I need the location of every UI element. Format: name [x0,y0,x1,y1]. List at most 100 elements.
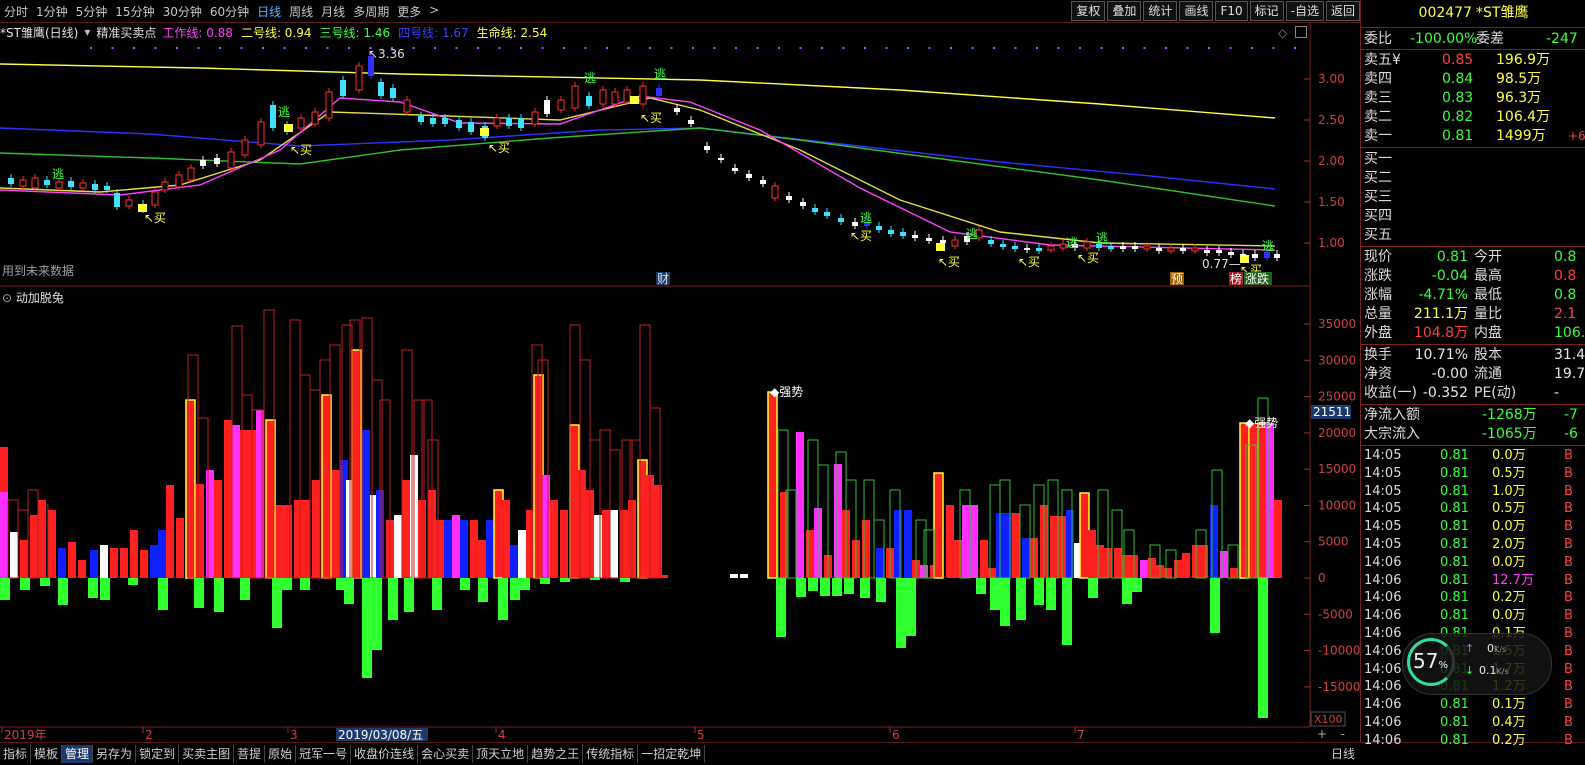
volume-bar [988,568,996,578]
candle-body [639,85,647,105]
volume-bar [1266,423,1274,578]
volume-bar [578,470,586,578]
price-low-label: 0.77— [1202,257,1241,271]
buy-row[interactable]: 买三 [1364,188,1585,206]
volume-bar [1210,505,1218,578]
negative-bar [460,578,470,590]
buy-row[interactable]: 买四 [1364,207,1585,225]
tick-side: B [1564,590,1573,606]
bottom-tab-5[interactable]: 买卖主图 [179,745,235,763]
bottom-tab-9[interactable]: 收盘价连线 [351,745,419,763]
sell-row[interactable]: 卖二 0.82 106.4万 [1364,108,1585,126]
signal-dot [584,47,587,49]
bottom-tab-12[interactable]: 趋势之王 [528,745,584,763]
download-rate: 0.1K/s [1479,664,1509,677]
volume-bar [610,510,618,578]
negative-bar [990,578,1000,610]
volume-bar [660,575,668,578]
volume-bar [150,545,158,578]
candle-body [838,218,844,222]
tick-row: 14:06 0.81 0.1万 B [1364,696,1585,714]
signal-dot [1186,47,1189,49]
volume-bar [332,470,340,578]
candle-body [518,118,524,128]
buy-signal-label: ↖买 [1077,251,1099,265]
stat-value: 106.3 [1554,325,1585,341]
buy-row[interactable]: 买一 [1364,150,1585,168]
bottom-tab-7[interactable]: 原始 [265,745,297,763]
zoom-in-icon[interactable]: + [1317,727,1327,741]
date-axis-label: 4 [498,728,506,742]
bottom-tab-8[interactable]: 冠军一号 [296,745,352,763]
signal-dot [176,47,178,49]
stat-row: 涨跌 -0.04 最高 0.8 [1364,267,1585,285]
flow-row: 净流入额 -1268万 -7 [1364,406,1585,424]
signal-dot [864,47,866,49]
circle-toggle-icon[interactable]: ⊙ [2,291,12,305]
signal-dot [412,47,415,49]
negative-bar [1046,578,1056,610]
negative-bar [560,578,570,582]
signal-dot [1143,47,1146,49]
candle-body [114,193,120,207]
bottom-tab-1[interactable]: 模板 [31,745,63,763]
candle-body [786,196,792,200]
bottom-tab-4[interactable]: 锁定到 [136,745,180,763]
sell-price: 0.85 [1442,52,1474,68]
buy-row[interactable]: 买二 [1364,169,1585,187]
sell-row[interactable]: 卖一 0.81 1499万 +60 [1364,127,1585,145]
volume-bar [362,430,370,578]
stat-label: 股本 [1474,347,1502,363]
stat-label: 总量 [1364,306,1392,322]
stat-row: 总量 211.1万 量比 2.1 [1364,305,1585,323]
signal-dot [434,47,436,49]
candle-body [1012,246,1018,249]
volume-bar [48,510,56,578]
negative-bar [1034,578,1044,605]
negative-bar [1258,578,1268,718]
kline-chart[interactable]: 3.002.502.001.501.0035000300002500020000… [0,0,1360,742]
candle-body [506,118,512,126]
bottom-tab-3[interactable]: 另存为 [93,745,137,763]
candle-body [704,146,710,150]
candle-body [1036,248,1042,251]
negative-bar [194,578,204,608]
sell-row[interactable]: 卖四 0.84 98.5万 [1364,70,1585,88]
negative-bar [820,578,830,596]
bottom-tab-6[interactable]: 菩提 [234,745,266,763]
tick-time: 14:06 [1364,608,1402,624]
zoom-out-icon[interactable]: - [1341,727,1345,741]
volume-bar [933,472,944,579]
negative-bar [1062,578,1072,645]
volume-bar [1274,500,1282,578]
candle-body [1167,247,1175,252]
tick-time: 14:05 [1364,537,1402,552]
bottom-tab-10[interactable]: 会心买卖 [418,745,474,763]
volume-bar [312,480,320,578]
candle-body [200,160,206,166]
buy-signal-label: ↖买 [850,229,872,243]
buy-row[interactable]: 买五 [1364,226,1585,244]
candle-body [31,177,39,189]
sell-row[interactable]: 卖五¥ 0.85 196.9万 [1364,51,1585,69]
sell-label: 卖四 [1364,71,1392,87]
candle-body [718,158,724,160]
bottom-tab-13[interactable]: 传统指标 [583,745,639,763]
bottom-tab-2[interactable]: 管理 [62,745,94,763]
negative-bar [362,578,372,678]
volume-bar [876,548,884,578]
sell-row[interactable]: 卖三 0.83 96.3万 [1364,89,1585,107]
upload-rate: 0K/s [1487,642,1507,655]
bottom-tab-14[interactable]: 一招定乾坤 [638,745,706,763]
bottom-tab-0[interactable]: 指标 [0,745,32,763]
bottom-tab-11[interactable]: 顶天立地 [473,745,529,763]
tick-row: 14:05 0.81 0.0万 B [1364,447,1585,465]
tick-time: 14:05 [1364,519,1402,535]
stat-value: 19.7 [1554,366,1585,382]
escape-signal-label: 逃 [584,71,596,85]
escape-signal-label: 逃 [278,105,290,119]
tick-row: 14:05 0.81 1.0万 B [1364,483,1585,501]
volume-bar [962,505,970,578]
axis-highlight-value: 21511 [1313,405,1351,419]
volume-bar [185,399,196,579]
